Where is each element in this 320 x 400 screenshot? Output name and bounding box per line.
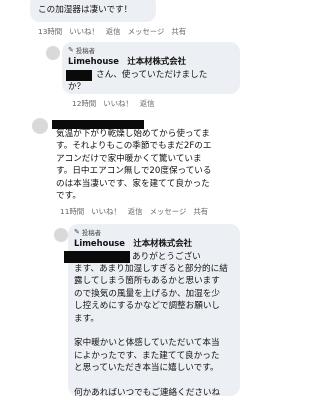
comment-body-2: 気温が下がり乾燥し始めてから使ってま す。それよりもこの季節でもまだ2Fのエ ア…: [56, 128, 238, 202]
comment-line: す。日中エアコン無しで20度保っている: [56, 166, 212, 177]
reply-line: 何かあればいつでもご連絡くださいね: [74, 388, 221, 399]
reply-line: [74, 325, 228, 337]
author-name[interactable]: Limehouse 辻本材株式会社: [74, 237, 192, 249]
avatar[interactable]: [46, 46, 60, 60]
reply-line: ありがとうござい: [132, 252, 201, 262]
avatar[interactable]: [32, 118, 48, 134]
poster-badge: ✎ 投稿者: [68, 46, 96, 56]
comment-line: アコンだけで家中暖かくて驚いていま: [56, 153, 202, 164]
message-button[interactable]: メッセージ: [150, 206, 187, 217]
author-name[interactable]: Limehouse 辻本材株式会社: [68, 55, 186, 67]
message-button[interactable]: メッセージ: [128, 26, 165, 37]
comment-actions-1: 13時間 いいね！ 返信 メッセージ 共有: [38, 26, 186, 37]
reply-line: ので換気の風量を上げるか、加湿を少: [74, 288, 220, 299]
reply-button[interactable]: 返信: [106, 26, 121, 37]
like-button[interactable]: いいね！: [69, 26, 99, 37]
reply-line: [74, 375, 228, 387]
comment-actions-2: 11時間 いいね！ 返信 メッセージ 共有: [60, 206, 208, 217]
comment-text: この加湿器は凄いです！: [38, 5, 133, 15]
comment-bubble-1: この加湿器は凄いです！: [30, 0, 156, 22]
like-button[interactable]: いいね！: [103, 98, 133, 109]
pen-icon: ✎: [68, 46, 74, 54]
comment-line: のは本当凄いです、家を建てて良かった: [56, 178, 210, 189]
reply-line: によかったです、また建てて良かった: [74, 350, 220, 361]
reply-line: と思っていただき本当に嬉しいです。: [74, 363, 219, 374]
redacted-name: [64, 251, 130, 263]
like-button[interactable]: いいね！: [91, 206, 121, 217]
share-button[interactable]: 共有: [193, 206, 208, 217]
poster-badge: ✎ 投稿者: [74, 228, 102, 238]
reply-line: 家中暖かいと体感していただいて本当: [74, 338, 220, 349]
reply-actions-1: 12時間 いいね！ 返信: [72, 98, 155, 109]
comment-line: 気温が下がり乾燥し始めてから使ってま: [56, 129, 210, 139]
redacted-name: [66, 70, 92, 81]
timestamp: 12時間: [72, 99, 97, 108]
reply-line: ます、あまり加湿しすぎると部分的に結: [74, 264, 228, 274]
reply-body: ます、あまり加湿しすぎると部分的に結 露してしまう箇所もあるかと思います ので換…: [74, 263, 228, 399]
reply-bubble-1: ✎ 投稿者 Limehouse 辻本材株式会社 さん、使っていただけました か？: [62, 42, 240, 94]
share-button[interactable]: 共有: [171, 26, 186, 37]
reply-line: し控えめにするかなどで調整お願いし: [74, 301, 221, 312]
timestamp: 13時間: [38, 27, 63, 36]
comment-line: です。: [56, 191, 81, 202]
comment-line: す。それよりもこの季節でもまだ2Fのエ: [56, 141, 212, 152]
avatar[interactable]: [54, 228, 68, 242]
reply-text-line-1: さん、使っていただけました: [96, 70, 208, 80]
timestamp: 11時間: [60, 207, 85, 216]
reply-line: 露してしまう箇所もあるかと思います: [74, 276, 220, 287]
reply-bubble-2: ✎ 投稿者 Limehouse 辻本材株式会社 ありがとうござい ます、あまり加…: [64, 224, 240, 399]
reply-text-line-2: か？: [68, 82, 86, 92]
reply-button[interactable]: 返信: [128, 206, 143, 217]
reply-button[interactable]: 返信: [140, 98, 155, 109]
pen-icon: ✎: [74, 228, 80, 236]
reply-line: ます。: [74, 313, 99, 324]
